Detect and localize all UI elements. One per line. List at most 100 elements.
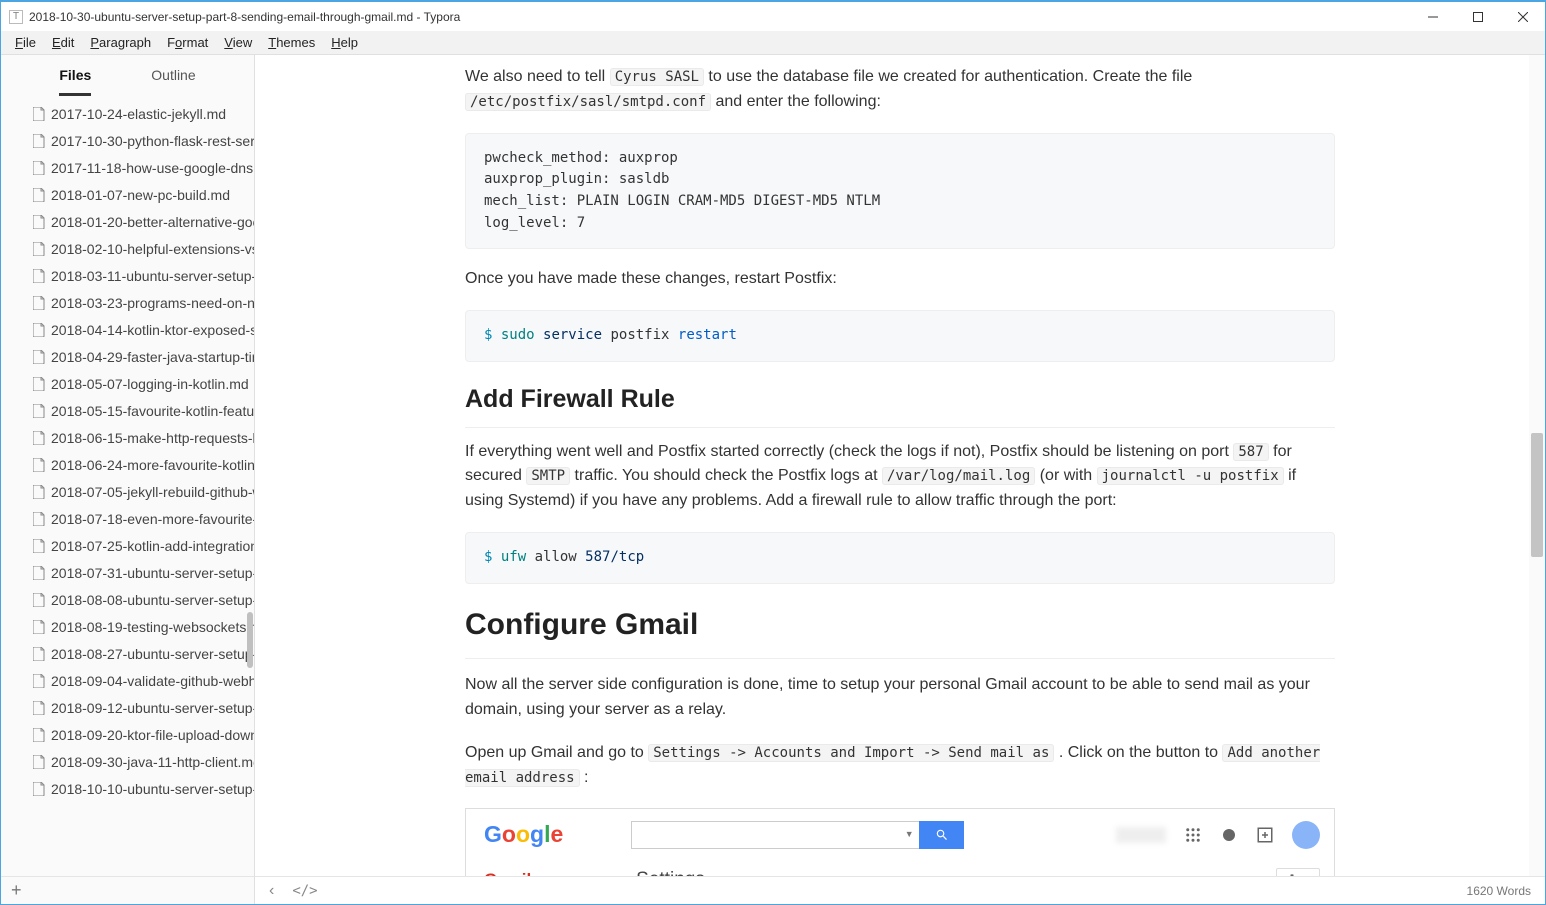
avatar xyxy=(1292,821,1320,849)
paragraph-text: and enter the following: xyxy=(711,93,881,110)
file-name: 2018-08-19-testing-websockets.md xyxy=(51,619,254,635)
document-icon xyxy=(33,107,45,121)
document-icon xyxy=(33,269,45,283)
menu-file[interactable]: File xyxy=(7,33,44,52)
menu-paragraph[interactable]: Paragraph xyxy=(82,33,159,52)
file-item[interactable]: 2018-07-18-even-more-favourite-k xyxy=(1,505,254,532)
gear-icon xyxy=(1285,873,1299,876)
add-icon xyxy=(1256,826,1274,844)
paragraph-text: We also need to tell xyxy=(465,68,610,85)
minimize-button[interactable] xyxy=(1410,3,1455,31)
file-name: 2018-03-11-ubuntu-server-setup-p xyxy=(51,268,254,284)
file-item[interactable]: 2017-10-30-python-flask-rest-serv xyxy=(1,127,254,154)
menu-edit[interactable]: Edit xyxy=(44,33,82,52)
code-block[interactable]: pwcheck_method: auxprop auxprop_plugin: … xyxy=(465,133,1335,250)
editor-scrollbar-track[interactable] xyxy=(1529,55,1545,876)
document-icon xyxy=(33,242,45,256)
file-item[interactable]: 2017-10-24-elastic-jekyll.md xyxy=(1,100,254,127)
inline-code: SMTP xyxy=(526,467,570,485)
file-item[interactable]: 2018-07-31-ubuntu-server-setup-p xyxy=(1,559,254,586)
file-name: 2018-01-20-better-alternative-goo xyxy=(51,214,254,230)
sidebar-tab-files[interactable]: Files xyxy=(59,67,91,96)
sidebar-tab-outline[interactable]: Outline xyxy=(151,67,195,96)
code-block[interactable]: $ ufw allow 587/tcp xyxy=(465,532,1335,584)
file-item[interactable]: 2018-10-10-ubuntu-server-setup-p xyxy=(1,775,254,802)
file-item[interactable]: 2018-01-20-better-alternative-goo xyxy=(1,208,254,235)
close-button[interactable] xyxy=(1500,3,1545,31)
file-item[interactable]: 2018-03-11-ubuntu-server-setup-p xyxy=(1,262,254,289)
editor-content[interactable]: We also need to tell Cyrus SASL to use t… xyxy=(255,55,1545,876)
document-icon xyxy=(33,485,45,499)
document-icon xyxy=(33,782,45,796)
file-name: 2018-06-24-more-favourite-kotlin- xyxy=(51,457,254,473)
gmail-search-input xyxy=(631,821,899,849)
inline-code: Settings -> Accounts and Import -> Send … xyxy=(648,744,1054,762)
file-item[interactable]: 2017-11-18-how-use-google-dns.m xyxy=(1,154,254,181)
add-file-button[interactable]: + xyxy=(11,880,22,901)
document-icon xyxy=(33,377,45,391)
gmail-screenshot: Google ▼ xyxy=(465,808,1335,876)
sidebar-scrollbar[interactable] xyxy=(247,612,253,668)
chevron-down-icon: ▼ xyxy=(535,873,544,876)
file-item[interactable]: 2018-04-29-faster-java-startup-tim xyxy=(1,343,254,370)
inline-code: 587 xyxy=(1233,443,1268,461)
document-icon xyxy=(33,593,45,607)
back-button[interactable]: ‹ xyxy=(269,882,274,900)
code-block[interactable]: $ sudo service postfix restart xyxy=(465,310,1335,362)
paragraph-text: Now all the server side configuration is… xyxy=(465,673,1335,723)
file-item[interactable]: 2018-08-27-ubuntu-server-setup-p xyxy=(1,640,254,667)
file-name: 2018-07-05-jekyll-rebuild-github-w xyxy=(51,484,254,500)
inline-code: Cyrus SASL xyxy=(610,68,704,86)
file-name: 2018-09-30-java-11-http-client.md xyxy=(51,754,254,770)
file-name: 2018-05-15-favourite-kotlin-featur xyxy=(51,403,254,419)
file-item[interactable]: 2018-06-24-more-favourite-kotlin- xyxy=(1,451,254,478)
titlebar: T 2018-10-30-ubuntu-server-setup-part-8-… xyxy=(1,2,1545,31)
document-icon xyxy=(33,674,45,688)
gear-button: ▼ xyxy=(1276,868,1320,876)
menu-view[interactable]: View xyxy=(216,33,260,52)
file-item[interactable]: 2018-04-14-kotlin-ktor-exposed-st xyxy=(1,316,254,343)
file-name: 2018-08-27-ubuntu-server-setup-p xyxy=(51,646,254,662)
paragraph-text: : xyxy=(580,769,589,786)
file-name: 2018-08-08-ubuntu-server-setup-p xyxy=(51,592,254,608)
inline-code: /etc/postfix/sasl/smtpd.conf xyxy=(465,93,711,111)
menu-help[interactable]: Help xyxy=(323,33,366,52)
app-icon: T xyxy=(9,10,23,24)
document-icon xyxy=(33,188,45,202)
menu-themes[interactable]: Themes xyxy=(260,33,323,52)
document-icon xyxy=(33,296,45,310)
editor-scrollbar-thumb[interactable] xyxy=(1531,433,1543,557)
file-item[interactable]: 2018-09-30-java-11-http-client.md xyxy=(1,748,254,775)
file-item[interactable]: 2018-02-10-helpful-extensions-vsc xyxy=(1,235,254,262)
file-item[interactable]: 2018-09-04-validate-github-webho xyxy=(1,667,254,694)
file-name: 2018-09-12-ubuntu-server-setup-p xyxy=(51,700,254,716)
file-name: 2018-09-20-ktor-file-upload-down xyxy=(51,727,254,743)
file-name: 2018-07-31-ubuntu-server-setup-p xyxy=(51,565,254,581)
paragraph-text: traffic. You should check the Postfix lo… xyxy=(570,467,882,484)
google-logo: Google xyxy=(484,817,563,853)
document-icon xyxy=(33,566,45,580)
file-name: 2017-10-24-elastic-jekyll.md xyxy=(51,106,226,122)
document-icon xyxy=(33,161,45,175)
file-name: 2017-11-18-how-use-google-dns.m xyxy=(51,160,254,176)
maximize-button[interactable] xyxy=(1455,3,1500,31)
file-item[interactable]: 2018-05-15-favourite-kotlin-featur xyxy=(1,397,254,424)
file-item[interactable]: 2018-09-20-ktor-file-upload-down xyxy=(1,721,254,748)
file-item[interactable]: 2018-07-05-jekyll-rebuild-github-w xyxy=(1,478,254,505)
file-item[interactable]: 2018-07-25-kotlin-add-integration xyxy=(1,532,254,559)
file-item[interactable]: 2018-08-19-testing-websockets.md xyxy=(1,613,254,640)
inline-code: /var/log/mail.log xyxy=(882,467,1035,485)
file-name: 2018-01-07-new-pc-build.md xyxy=(51,187,230,203)
file-item[interactable]: 2018-05-07-logging-in-kotlin.md xyxy=(1,370,254,397)
file-item[interactable]: 2018-03-23-programs-need-on-ne xyxy=(1,289,254,316)
file-item[interactable]: 2018-09-12-ubuntu-server-setup-p xyxy=(1,694,254,721)
file-item[interactable]: 2018-08-08-ubuntu-server-setup-p xyxy=(1,586,254,613)
document-icon xyxy=(33,647,45,661)
paragraph-text: (or with xyxy=(1035,467,1096,484)
file-list[interactable]: 2017-10-24-elastic-jekyll.md 2017-10-30-p… xyxy=(1,100,254,876)
menu-format[interactable]: Format xyxy=(159,33,216,52)
file-item[interactable]: 2018-06-15-make-http-requests-ko xyxy=(1,424,254,451)
gmail-label: Gmail xyxy=(484,867,531,876)
file-item[interactable]: 2018-01-07-new-pc-build.md xyxy=(1,181,254,208)
source-mode-button[interactable]: </> xyxy=(292,883,317,899)
